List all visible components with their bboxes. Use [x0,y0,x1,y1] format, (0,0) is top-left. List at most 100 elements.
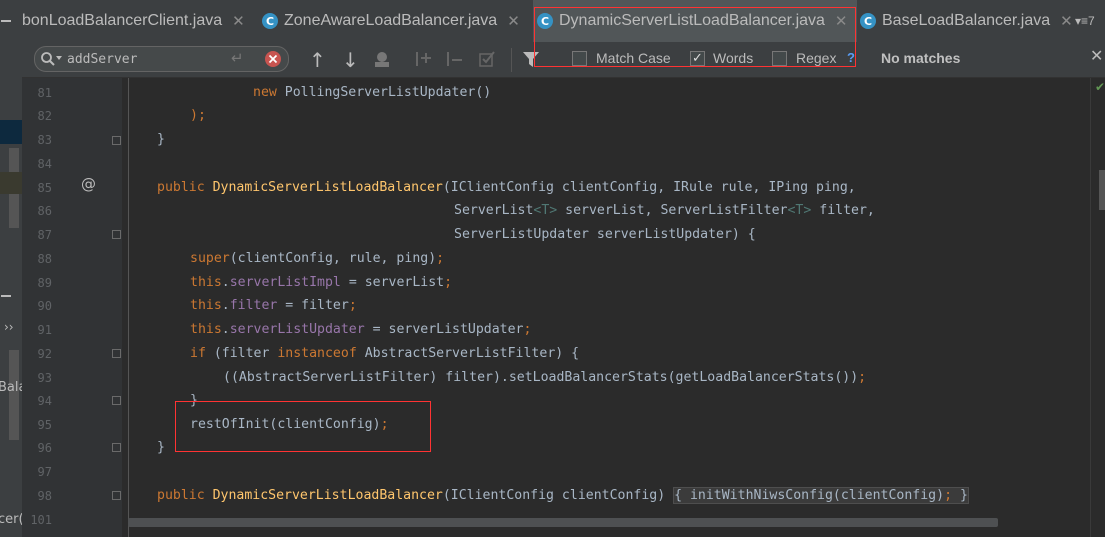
line-number: 98 [37,489,52,503]
code-line-83: } [157,132,165,147]
code-text: . [221,275,230,290]
find-in-files-icon[interactable] [372,50,392,68]
type-param: <T> [787,203,812,218]
method-name: DynamicServerListLoadBalancer [212,488,443,503]
line-number: 96 [37,441,52,455]
add-occurrence-icon[interactable] [415,50,435,68]
tab-label: bonLoadBalancerClient.java [22,12,223,29]
folded-region[interactable]: { initWithNiwsConfig(clientConfig); } [673,487,969,504]
arrow-up-icon[interactable]: ↑ [309,48,326,72]
line-number: 97 [37,465,52,479]
code-text: } [952,488,968,503]
enter-newline-icon[interactable]: ↵ [231,49,244,67]
tab-zone-aware-load-balancer[interactable]: C ZoneAwareLoadBalancer.java ✕ [260,0,532,42]
code-line-90: this.filter = filter; [190,298,357,313]
code-line-81: new PollingServerListUpdater() [253,85,491,100]
vertical-scrollbar-thumb[interactable] [1099,170,1105,210]
keyword: public [157,180,205,195]
line-number: 87 [37,228,52,242]
highlighted-tree-row[interactable] [0,172,22,194]
close-find-bar-icon[interactable]: ✕ [1090,46,1103,65]
expand-chevron-icon[interactable]: ›› [4,320,14,334]
code-text: AbstractServerListFilter) { [356,346,580,361]
remove-occurrence-icon[interactable] [446,50,466,68]
line-number: 91 [37,323,52,337]
close-icon[interactable]: ✕ [232,12,245,30]
match-case-checkbox[interactable] [572,51,587,66]
code-text: filter, [811,203,875,218]
search-input[interactable] [67,48,237,70]
regex-checkbox[interactable] [772,51,787,66]
code-line-89: this.serverListImpl = serverList; [190,275,452,290]
tab-base-load-balancer[interactable]: C BaseLoadBalancer.java ✕ [860,0,1100,42]
search-box[interactable]: ↵ [34,46,289,72]
code-text: . [221,298,230,313]
panel-scrollbar-2[interactable] [9,350,19,440]
semicolon: ; [944,488,953,503]
code-line-98: public DynamicServerListLoadBalancer(ICl… [157,487,969,504]
override-marker-icon[interactable]: @ [81,175,96,193]
fold-marker-icon[interactable] [112,349,121,358]
line-number: 94 [37,394,52,408]
type-param: <T> [533,203,558,218]
keyword: super [190,251,230,266]
keyword: public [157,488,205,503]
semicolon: ; [436,251,445,266]
fold-marker-icon[interactable] [112,396,121,405]
semicolon: ; [380,417,389,432]
fold-marker-icon[interactable] [112,230,121,239]
words-label[interactable]: Words [713,50,753,66]
java-class-icon: C [860,13,876,29]
code-text: (clientConfig, rule, ping) [229,251,437,266]
code-line-91: this.serverListUpdater = serverListUpdat… [190,322,531,337]
line-number: 86 [37,204,52,218]
field-name: serverListImpl [229,275,341,290]
match-case-label[interactable]: Match Case [596,50,671,66]
tab-label: BaseLoadBalancer.java [882,12,1051,29]
code-line-85: public DynamicServerListLoadBalancer(ICl… [157,180,856,195]
fold-marker-icon[interactable] [112,443,121,452]
tab-overflow-button[interactable]: ▾≡7 [1075,0,1095,42]
tab-dynamic-server-list-load-balancer[interactable]: C DynamicServerListLoadBalancer.java ✕ [533,0,857,42]
close-icon[interactable]: ✕ [1060,12,1073,30]
line-number: 90 [37,299,52,313]
code-text: = serverList [340,275,445,290]
line-number: 92 [37,347,52,361]
code-line-86: ServerList<T> serverList, ServerListFilt… [454,203,875,218]
regex-help-icon[interactable]: ? [847,50,855,65]
collapse-icon[interactable] [1,20,11,22]
line-number: 84 [37,157,52,171]
java-class-icon: C [537,13,553,29]
code-text: (IClientConfig clientConfig) [442,488,666,503]
code-line-95: restOfInit(clientConfig); [190,417,389,432]
arrow-down-icon[interactable]: ↓ [342,48,359,72]
expand-fold-icon[interactable] [112,491,121,500]
code-line-96: } [157,440,165,455]
horizontal-scrollbar[interactable] [128,518,998,527]
code-text: restOfInit(clientConfig) [190,417,381,432]
fold-marker-icon[interactable] [112,136,121,145]
line-number: 93 [37,371,52,385]
semicolon: ; [523,322,532,337]
clear-search-icon[interactable] [264,50,282,68]
filter-icon[interactable] [522,51,540,69]
keyword: instanceof [277,346,357,361]
code-text: = filter [277,298,349,313]
structure-item-fragment[interactable]: cer( [0,512,24,527]
code-line-88: super(clientConfig, rule, ping); [190,251,444,266]
error-stripe[interactable] [1090,78,1105,537]
inspection-ok-icon[interactable]: ✔ [1095,80,1105,94]
search-icon[interactable] [40,51,64,67]
words-checkbox[interactable]: ✓ [690,51,705,66]
selected-tree-row[interactable] [0,120,22,144]
code-text: . [221,322,230,337]
gutter-separator [128,78,129,537]
collapse-icon-2[interactable] [1,295,11,297]
code-text: ((AbstractServerListFilter) filter).setL… [223,370,859,385]
select-all-occurrences-icon[interactable] [478,50,498,68]
tab-ribbon-load-balancer-client[interactable]: bonLoadBalancerClient.java ✕ [22,0,258,42]
regex-label[interactable]: Regex [796,50,836,66]
close-icon[interactable]: ✕ [835,12,848,30]
line-number: 85 [37,181,52,195]
close-icon[interactable]: ✕ [507,12,520,30]
